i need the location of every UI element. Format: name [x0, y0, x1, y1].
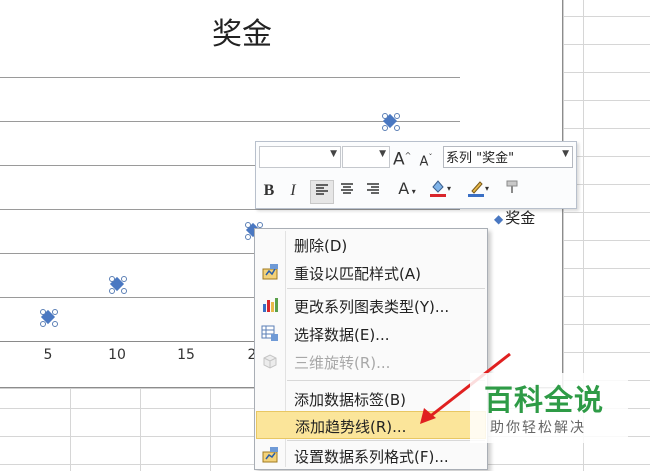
menu-separator: [287, 288, 485, 289]
grow-font-icon: A: [393, 149, 405, 170]
menu-item-label: 更改系列图表类型(Y)...: [294, 298, 450, 316]
font-size-select[interactable]: ▼: [342, 146, 390, 168]
menu-item-format-data-series[interactable]: 设置数据系列格式(F)...: [256, 442, 486, 468]
selection-handle: [245, 234, 251, 240]
selection-handle: [121, 276, 127, 282]
menu-item-label: 删除(D): [294, 237, 348, 255]
shrink-font-button[interactable]: Aˇ: [418, 147, 434, 169]
x-tick-label: 10: [108, 347, 126, 363]
align-left-icon: [316, 184, 328, 195]
watermark-title: 百科全说: [484, 383, 605, 417]
grid-column-line: [210, 388, 211, 471]
gridline: [0, 209, 460, 210]
selection-handle: [40, 309, 46, 315]
selection-handle: [394, 113, 400, 119]
context-menu: 删除(D) 重设以匹配样式(A) 更改系列图表类型(Y)... 选择数据(E).…: [254, 228, 488, 470]
font-color-icon: A: [398, 179, 410, 198]
menu-item-reset-style[interactable]: 重设以匹配样式(A): [256, 259, 486, 285]
italic-button[interactable]: I: [284, 180, 302, 202]
selection-handle: [109, 276, 115, 282]
menu-item-label: 添加数据标签(B): [294, 391, 406, 409]
menu-separator: [287, 440, 485, 441]
selection-handle: [109, 288, 115, 294]
menu-item-label: 设置数据系列格式(F)...: [294, 448, 449, 466]
align-center-button[interactable]: [336, 180, 358, 202]
selection-handle: [382, 113, 388, 119]
watermark-subtitle: 助你轻松解决: [490, 420, 586, 436]
align-right-icon: [367, 183, 379, 194]
chart-legend[interactable]: ◆ 奖金: [494, 207, 535, 228]
menu-item-select-data[interactable]: 选择数据(E)...: [256, 320, 486, 346]
grid-column-line: [140, 388, 141, 471]
selection-handle: [52, 309, 58, 315]
line-color-button[interactable]: ▾: [464, 178, 492, 200]
align-right-button[interactable]: [362, 180, 384, 202]
pen-icon: [467, 181, 484, 197]
x-tick-label: 5: [43, 347, 53, 363]
selection-handle: [52, 321, 58, 327]
watermark: 百科全说 助你轻松解决: [470, 373, 628, 443]
format-series-icon: [261, 446, 279, 464]
grow-font-button[interactable]: A^: [393, 145, 411, 170]
series-select[interactable]: 系列 "奖金" ▼: [443, 146, 573, 168]
fill-color-button[interactable]: ▾: [426, 178, 454, 200]
menu-item-label: 三维旋转(R)...: [294, 354, 391, 372]
chart-title[interactable]: 奖金: [197, 9, 287, 53]
gridline: [0, 77, 460, 78]
align-left-button[interactable]: [310, 180, 334, 204]
series-select-value: 系列 "奖金": [446, 151, 515, 166]
menu-item-change-chart-type[interactable]: 更改系列图表类型(Y)...: [256, 292, 486, 318]
bold-button[interactable]: B: [260, 180, 278, 202]
fill-bucket-icon: [429, 180, 446, 197]
menu-item-delete[interactable]: 删除(D): [256, 231, 486, 257]
chevron-down-icon: ▼: [330, 149, 337, 159]
3d-rotation-icon: [261, 352, 279, 370]
font-name-select[interactable]: ▼: [259, 146, 341, 168]
format-painter-icon: [506, 180, 518, 193]
menu-item-label: 添加趋势线(R)...: [295, 418, 407, 436]
diamond-marker-icon: ◆: [494, 212, 504, 226]
mini-toolbar: ▼ ▼ A^ Aˇ 系列 "奖金" ▼ B I A ▾ ▾ ▾: [255, 141, 577, 209]
selection-handle: [394, 125, 400, 131]
chart-type-icon: [261, 296, 279, 314]
select-data-icon: [261, 324, 279, 342]
legend-label: 奖金: [505, 209, 536, 227]
x-tick-label: 15: [177, 347, 195, 363]
selection-handle: [245, 222, 251, 228]
selection-handle: [121, 288, 127, 294]
format-painter-button[interactable]: [502, 178, 522, 200]
align-center-icon: [341, 183, 353, 194]
menu-item-label: 重设以匹配样式(A): [294, 265, 421, 283]
grid-column-line: [70, 388, 71, 471]
menu-item-label: 选择数据(E)...: [294, 326, 390, 344]
selection-handle: [382, 125, 388, 131]
selection-handle: [40, 321, 46, 327]
reset-style-icon: [261, 263, 279, 281]
chevron-down-icon: ▼: [379, 149, 386, 159]
font-color-button[interactable]: A ▾: [394, 178, 420, 200]
chevron-down-icon: ▼: [562, 149, 569, 159]
